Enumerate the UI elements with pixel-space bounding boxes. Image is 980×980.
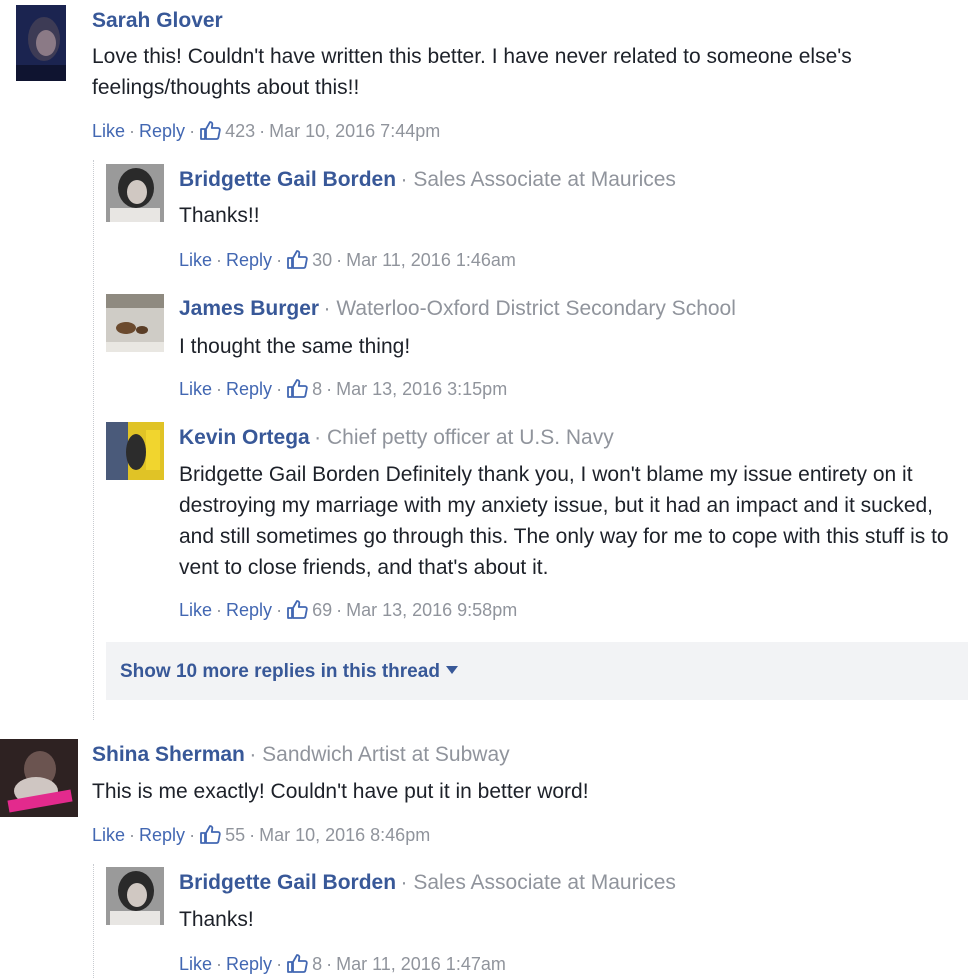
author-name[interactable]: Kevin Ortega bbox=[179, 426, 310, 449]
show-more-replies-link[interactable]: Show 10 more replies in this thread bbox=[120, 660, 458, 684]
avatar[interactable] bbox=[106, 867, 164, 925]
avatar[interactable] bbox=[106, 294, 164, 352]
like-count[interactable]: 69 bbox=[312, 600, 332, 620]
like-link[interactable]: Like bbox=[179, 250, 212, 270]
thumbs-up-icon[interactable] bbox=[199, 823, 221, 851]
thumbs-up-icon[interactable] bbox=[199, 119, 221, 147]
like-link[interactable]: Like bbox=[179, 379, 212, 399]
profile-photo-icon bbox=[106, 422, 164, 480]
avatar[interactable] bbox=[16, 5, 66, 81]
comment-actions: Like · Reply · 69 · Mar 13, 2016 9:58pm bbox=[179, 598, 517, 626]
like-count[interactable]: 8 bbox=[312, 379, 322, 399]
author-name[interactable]: Sarah Glover bbox=[92, 9, 223, 32]
profile-photo-icon bbox=[106, 164, 164, 222]
caret-down-icon bbox=[445, 666, 458, 674]
avatar[interactable] bbox=[106, 422, 164, 480]
reply-link[interactable]: Reply bbox=[226, 379, 272, 399]
reply-link[interactable]: Reply bbox=[226, 250, 272, 270]
comment: Sarah Glover Love this! Couldn't have wr… bbox=[0, 0, 980, 720]
profile-photo-icon bbox=[106, 294, 164, 352]
comment: Shina Sherman · Sandwich Artist at Subwa… bbox=[0, 730, 980, 978]
author-role[interactable]: Waterloo-Oxford District Secondary Schoo… bbox=[336, 297, 736, 320]
profile-photo-icon bbox=[106, 867, 164, 925]
like-link[interactable]: Like bbox=[92, 121, 125, 141]
timestamp[interactable]: Mar 11, 2016 1:46am bbox=[346, 250, 516, 270]
comment-text: This is me exactly! Couldn't have put it… bbox=[92, 780, 589, 803]
thumbs-up-icon[interactable] bbox=[286, 377, 308, 405]
comment-text: Love this! Couldn't have written this be… bbox=[92, 45, 852, 99]
timestamp[interactable]: Mar 13, 2016 3:15pm bbox=[336, 379, 507, 399]
comment-text: Bridgette Gail Borden Definitely thank y… bbox=[179, 463, 949, 579]
profile-photo-icon bbox=[0, 739, 78, 817]
timestamp[interactable]: Mar 10, 2016 7:44pm bbox=[269, 121, 440, 141]
thumbs-up-icon[interactable] bbox=[286, 598, 308, 626]
reply-link[interactable]: Reply bbox=[226, 600, 272, 620]
author-name[interactable]: Bridgette Gail Borden bbox=[179, 871, 396, 894]
comment-actions: Like · Reply · 8 · Mar 11, 2016 1:47am bbox=[179, 952, 506, 980]
timestamp[interactable]: Mar 11, 2016 1:47am bbox=[336, 954, 506, 974]
author-name[interactable]: Bridgette Gail Borden bbox=[179, 168, 396, 191]
comment-text: Thanks! bbox=[179, 908, 254, 931]
profile-photo-icon bbox=[16, 5, 66, 81]
comment-actions: Like · Reply · 30 · Mar 11, 2016 1:46am bbox=[179, 248, 516, 276]
comment-text: Thanks!! bbox=[179, 204, 260, 227]
thumbs-up-icon[interactable] bbox=[286, 248, 308, 276]
like-count[interactable]: 30 bbox=[312, 250, 332, 270]
show-more-replies-label: Show 10 more replies in this thread bbox=[120, 661, 440, 682]
like-link[interactable]: Like bbox=[92, 825, 125, 845]
reply-link[interactable]: Reply bbox=[139, 121, 185, 141]
avatar[interactable] bbox=[106, 164, 164, 222]
thread-line bbox=[93, 864, 94, 978]
author-role[interactable]: Sandwich Artist at Subway bbox=[262, 743, 509, 766]
like-count[interactable]: 8 bbox=[312, 954, 322, 974]
timestamp[interactable]: Mar 10, 2016 8:46pm bbox=[259, 825, 430, 845]
reply-link[interactable]: Reply bbox=[139, 825, 185, 845]
author-role[interactable]: Sales Associate at Maurices bbox=[413, 871, 676, 894]
like-count[interactable]: 55 bbox=[225, 825, 245, 845]
like-count[interactable]: 423 bbox=[225, 121, 255, 141]
author-role[interactable]: Chief petty officer at U.S. Navy bbox=[327, 426, 614, 449]
avatar[interactable] bbox=[0, 739, 78, 817]
like-link[interactable]: Like bbox=[179, 954, 212, 974]
timestamp[interactable]: Mar 13, 2016 9:58pm bbox=[346, 600, 517, 620]
comment-actions: Like · Reply · 423 · Mar 10, 2016 7:44pm bbox=[92, 119, 440, 147]
thread-line bbox=[93, 160, 94, 720]
comment-text: I thought the same thing! bbox=[179, 335, 411, 358]
comment-actions: Like · Reply · 8 · Mar 13, 2016 3:15pm bbox=[179, 377, 507, 405]
author-name[interactable]: James Burger bbox=[179, 297, 319, 320]
reply-link[interactable]: Reply bbox=[226, 954, 272, 974]
author-role[interactable]: Sales Associate at Maurices bbox=[413, 168, 676, 191]
like-link[interactable]: Like bbox=[179, 600, 212, 620]
comment-actions: Like · Reply · 55 · Mar 10, 2016 8:46pm bbox=[92, 823, 430, 851]
thumbs-up-icon[interactable] bbox=[286, 952, 308, 980]
author-name[interactable]: Shina Sherman bbox=[92, 743, 245, 766]
